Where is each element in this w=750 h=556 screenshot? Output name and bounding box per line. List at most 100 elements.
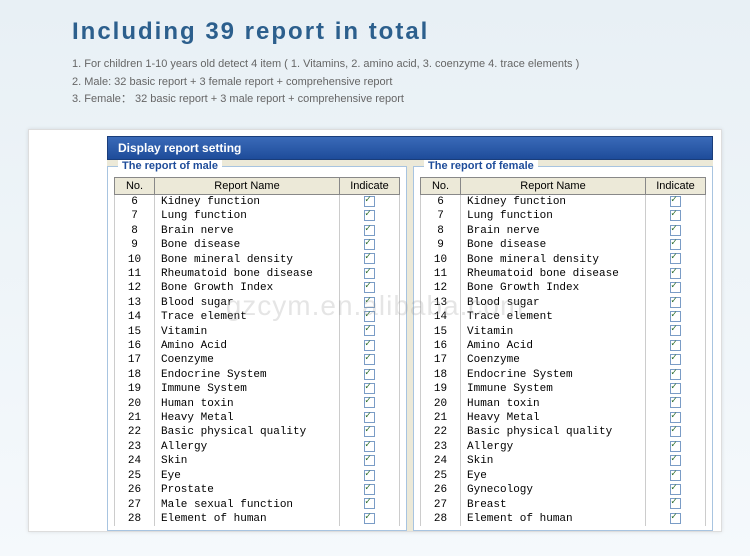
checkbox-icon[interactable] [670,282,681,293]
checkbox-icon[interactable] [364,253,375,264]
table-row[interactable]: 8Brain nerve [115,224,400,238]
checkbox-icon[interactable] [364,239,375,250]
table-row[interactable]: 15Vitamin [115,324,400,338]
table-row[interactable]: 21Heavy Metal [421,411,706,425]
row-number: 10 [115,252,155,266]
table-row[interactable]: 25Eye [115,469,400,483]
checkbox-icon[interactable] [364,311,375,322]
table-row[interactable]: 10Bone mineral density [421,252,706,266]
table-row[interactable]: 11Rheumatoid bone disease [115,267,400,281]
table-row[interactable]: 20Human toxin [421,396,706,410]
checkbox-icon[interactable] [364,210,375,221]
table-row[interactable]: 27Male sexual function [115,497,400,511]
checkbox-icon[interactable] [670,297,681,308]
table-row[interactable]: 28Element of human [421,512,706,526]
table-row[interactable]: 6Kidney function [421,194,706,209]
table-row[interactable]: 24Skin [421,454,706,468]
table-row[interactable]: 10Bone mineral density [115,252,400,266]
checkbox-icon[interactable] [364,369,375,380]
table-row[interactable]: 14Trace element [421,310,706,324]
checkbox-icon[interactable] [670,325,681,336]
checkbox-icon[interactable] [670,397,681,408]
table-row[interactable]: 19Immune System [421,382,706,396]
table-row[interactable]: 20Human toxin [115,396,400,410]
checkbox-icon[interactable] [670,253,681,264]
checkbox-icon[interactable] [670,383,681,394]
checkbox-icon[interactable] [364,397,375,408]
checkbox-icon[interactable] [364,325,375,336]
checkbox-icon[interactable] [364,354,375,365]
col-header-no[interactable]: No. [421,177,461,194]
table-row[interactable]: 21Heavy Metal [115,411,400,425]
checkbox-icon[interactable] [364,225,375,236]
table-row[interactable]: 7Lung function [115,209,400,223]
table-row[interactable]: 17Coenzyme [115,353,400,367]
checkbox-icon[interactable] [364,470,375,481]
checkbox-icon[interactable] [670,369,681,380]
checkbox-icon[interactable] [670,498,681,509]
checkbox-icon[interactable] [670,210,681,221]
table-row[interactable]: 16Amino Acid [421,339,706,353]
checkbox-icon[interactable] [364,297,375,308]
table-row[interactable]: 17Coenzyme [421,353,706,367]
checkbox-icon[interactable] [364,498,375,509]
checkbox-icon[interactable] [364,426,375,437]
checkbox-icon[interactable] [670,268,681,279]
table-row[interactable]: 23Allergy [421,440,706,454]
checkbox-icon[interactable] [364,383,375,394]
checkbox-icon[interactable] [670,239,681,250]
table-row[interactable]: 13Blood sugar [115,296,400,310]
table-row[interactable]: 12Bone Growth Index [421,281,706,295]
checkbox-icon[interactable] [364,484,375,495]
checkbox-icon[interactable] [670,412,681,423]
checkbox-icon[interactable] [670,470,681,481]
table-row[interactable]: 16Amino Acid [115,339,400,353]
checkbox-icon[interactable] [670,441,681,452]
checkbox-icon[interactable] [670,484,681,495]
col-header-indicate[interactable]: Indicate [646,177,706,194]
checkbox-icon[interactable] [670,455,681,466]
row-report-name: Bone disease [155,238,340,252]
table-row[interactable]: 24Skin [115,454,400,468]
checkbox-icon[interactable] [670,311,681,322]
table-row[interactable]: 26Prostate [115,483,400,497]
checkbox-icon[interactable] [670,513,681,524]
checkbox-icon[interactable] [670,354,681,365]
checkbox-icon[interactable] [364,196,375,207]
checkbox-icon[interactable] [364,513,375,524]
table-row[interactable]: 22Basic physical quality [115,425,400,439]
col-header-indicate[interactable]: Indicate [340,177,400,194]
table-row[interactable]: 8Brain nerve [421,224,706,238]
table-row[interactable]: 28Element of human [115,512,400,526]
table-row[interactable]: 27Breast [421,497,706,511]
table-row[interactable]: 6Kidney function [115,194,400,209]
checkbox-icon[interactable] [364,455,375,466]
checkbox-icon[interactable] [364,412,375,423]
col-header-name[interactable]: Report Name [461,177,646,194]
table-row[interactable]: 7Lung function [421,209,706,223]
table-row[interactable]: 18Endocrine System [115,368,400,382]
table-row[interactable]: 19Immune System [115,382,400,396]
checkbox-icon[interactable] [364,268,375,279]
table-row[interactable]: 11Rheumatoid bone disease [421,267,706,281]
col-header-no[interactable]: No. [115,177,155,194]
checkbox-icon[interactable] [670,340,681,351]
table-row[interactable]: 26Gynecology [421,483,706,497]
checkbox-icon[interactable] [670,225,681,236]
table-row[interactable]: 15Vitamin [421,324,706,338]
checkbox-icon[interactable] [670,196,681,207]
table-row[interactable]: 23Allergy [115,440,400,454]
table-row[interactable]: 9Bone disease [115,238,400,252]
table-row[interactable]: 13Blood sugar [421,296,706,310]
table-row[interactable]: 25Eye [421,469,706,483]
table-row[interactable]: 9Bone disease [421,238,706,252]
col-header-name[interactable]: Report Name [155,177,340,194]
table-row[interactable]: 14Trace element [115,310,400,324]
checkbox-icon[interactable] [670,426,681,437]
table-row[interactable]: 22Basic physical quality [421,425,706,439]
checkbox-icon[interactable] [364,441,375,452]
table-row[interactable]: 18Endocrine System [421,368,706,382]
checkbox-icon[interactable] [364,282,375,293]
checkbox-icon[interactable] [364,340,375,351]
table-row[interactable]: 12Bone Growth Index [115,281,400,295]
